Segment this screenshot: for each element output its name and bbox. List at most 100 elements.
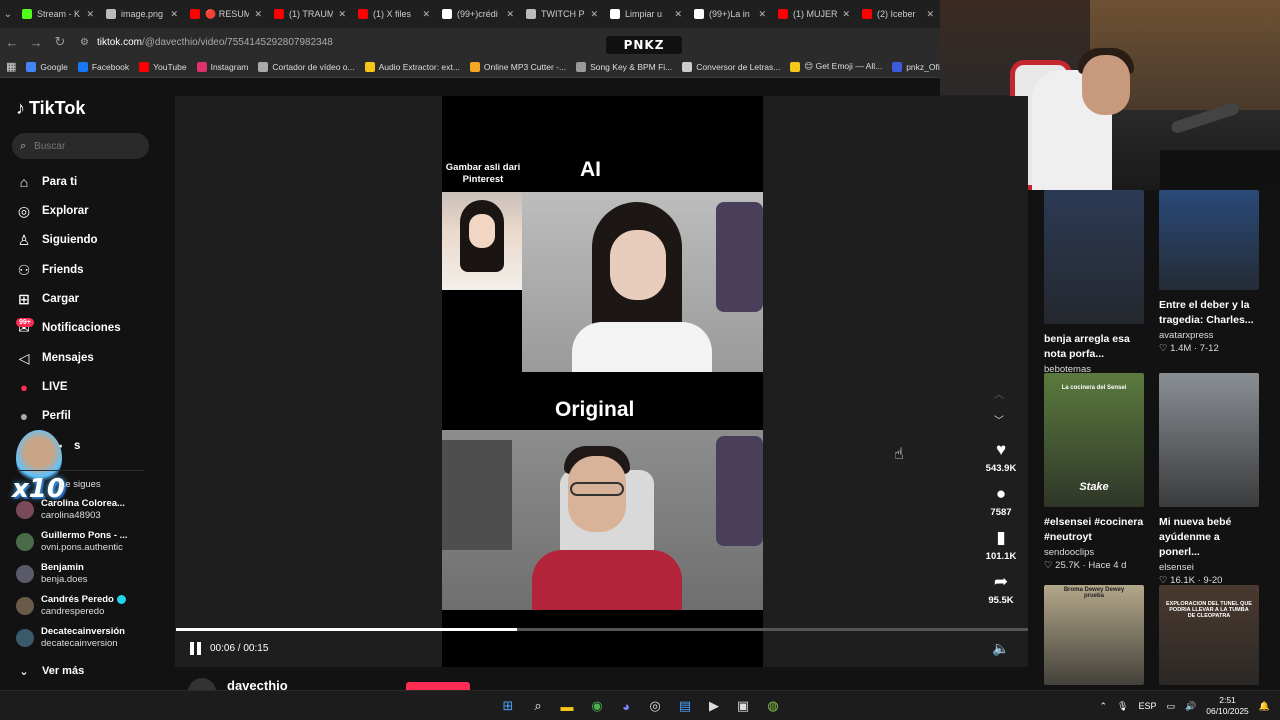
- bookmark-item[interactable]: Conversor de Letras...: [682, 61, 780, 72]
- tab-close-icon[interactable]: ✕: [506, 9, 514, 20]
- bookmark-item[interactable]: Audio Extractor: ext...: [364, 61, 460, 72]
- heart-action[interactable]: ♥ 543.9K: [982, 440, 1020, 474]
- search-box[interactable]: ⌕: [12, 133, 149, 159]
- start-icon[interactable]: ⊞: [499, 697, 517, 715]
- recommended-video[interactable]: benja arregla esa nota porfa... bebotemas…: [1044, 190, 1144, 388]
- sidebar-item-live[interactable]: ● LIVE: [16, 379, 68, 395]
- bookmark-item[interactable]: Google: [26, 61, 68, 72]
- recommended-title: #elsensei #cocinera #neutroyt: [1044, 516, 1144, 543]
- recommended-video[interactable]: La cocinera del Sensei Stake #elsensei #co…: [1044, 373, 1144, 571]
- sidebar-item-perfil[interactable]: ● Perfil: [16, 408, 71, 424]
- browser-tab[interactable]: Stream - K ✕: [16, 0, 100, 28]
- pinterest-photo: [442, 192, 522, 290]
- browser-tab[interactable]: image.png ✕: [100, 0, 184, 28]
- tab-close-icon[interactable]: ✕: [590, 9, 598, 20]
- sidebar-item-cargar[interactable]: ⊞ Cargar: [16, 291, 79, 307]
- see-more-button[interactable]: ⌄ Ver más: [16, 663, 84, 679]
- video-thumbnail: La cocinera del Sensei Stake: [1044, 373, 1144, 507]
- browser-tab[interactable]: (99+)La in ✕: [688, 0, 772, 28]
- previous-video-chevron-icon[interactable]: ︿: [994, 386, 1004, 401]
- following-account[interactable]: Benjamin benja.does: [16, 562, 87, 586]
- author-avatar[interactable]: [188, 678, 216, 690]
- search-input[interactable]: [34, 140, 135, 152]
- tiktok-logo[interactable]: ♪ TikTok: [16, 98, 85, 119]
- avatar: [16, 629, 34, 647]
- app-icon[interactable]: ▣: [734, 697, 752, 715]
- volume-tray-icon[interactable]: 🔊: [1185, 701, 1196, 712]
- tab-close-icon[interactable]: ✕: [842, 9, 850, 20]
- tab-close-icon[interactable]: ✕: [758, 9, 766, 20]
- following-account[interactable]: Decatecainversión decatecainversion: [16, 626, 125, 650]
- discord-icon[interactable]: ◕: [617, 697, 635, 715]
- recommended-video[interactable]: Mi nueva bebé ayúdenme a ponerl... elsens…: [1159, 373, 1259, 586]
- tab-favicon-icon: [442, 9, 452, 19]
- browser-tab[interactable]: Limpiar u ✕: [604, 0, 688, 28]
- tiktok-note-icon: ♪: [16, 98, 25, 118]
- bookmark-item[interactable]: YouTube: [139, 61, 187, 72]
- video-progress-bar[interactable]: [176, 628, 1028, 631]
- next-video-chevron-icon[interactable]: ﹀: [994, 412, 1004, 427]
- clock[interactable]: 2:51 06/10/2025: [1206, 695, 1249, 717]
- caption-original: Original: [555, 398, 635, 421]
- browser-tab[interactable]: (1) MUJER ✕: [772, 0, 856, 28]
- spotify-icon[interactable]: ◍: [764, 697, 782, 715]
- file-explorer-icon[interactable]: ▬: [558, 697, 576, 715]
- bookmark-item[interactable]: Song Key & BPM Fi...: [576, 61, 672, 72]
- microphone-icon[interactable]: 🎙: [1117, 701, 1128, 712]
- reload-icon[interactable]: ↻: [48, 34, 72, 50]
- tab-close-icon[interactable]: ✕: [338, 9, 346, 20]
- sidebar-item-mensajes[interactable]: ◁ Mensajes: [16, 350, 94, 366]
- sidebar-item-explorar[interactable]: ◎ Explorar: [16, 203, 89, 219]
- author-name[interactable]: davecthio: [227, 678, 288, 690]
- tab-close-icon[interactable]: ✕: [422, 9, 430, 20]
- recommended-video[interactable]: Entre el deber y la tragedia: Charles...…: [1159, 190, 1259, 354]
- site-info-icon[interactable]: ⚙: [80, 37, 89, 48]
- tab-close-icon[interactable]: ✕: [674, 9, 682, 20]
- recommended-video[interactable]: Broma Dewey Dewey prueba: [1044, 585, 1144, 685]
- apps-grid-icon[interactable]: ▦: [6, 60, 16, 73]
- tab-title: (1) X files: [373, 9, 412, 19]
- bookmark-item[interactable]: Online MP3 Cutter -...: [469, 61, 566, 72]
- browser-tab[interactable]: (1) TRAUM ✕: [268, 0, 352, 28]
- tab-close-icon[interactable]: ✕: [86, 9, 94, 20]
- tab-search-chevron-icon[interactable]: ⌄: [0, 0, 16, 28]
- pause-button[interactable]: [190, 642, 204, 656]
- browser-tab[interactable]: (1) X files ✕: [352, 0, 436, 28]
- back-icon[interactable]: ←: [0, 35, 24, 50]
- bookmark-item[interactable]: Cortador de vídeo o...: [258, 61, 355, 72]
- recommended-video[interactable]: EXPLORACION DEL TUNEL QUE PODRIA LLEVAR …: [1159, 585, 1259, 685]
- following-account[interactable]: Candrés Peredo candresperedo: [16, 594, 126, 618]
- chrome-icon[interactable]: ◉: [588, 697, 606, 715]
- search-taskbar-icon[interactable]: ⌕: [529, 697, 547, 715]
- notification-bell-icon[interactable]: 🔔: [1259, 701, 1270, 712]
- forward-icon[interactable]: →: [24, 35, 48, 50]
- bookmark-item[interactable]: Instagram: [196, 61, 248, 72]
- sidebar-item-para-ti[interactable]: ⌂ Para ti: [16, 174, 77, 190]
- language-indicator[interactable]: ESP: [1138, 701, 1156, 711]
- tab-close-icon[interactable]: ✕: [926, 9, 934, 20]
- media-player-icon[interactable]: ▶: [705, 697, 723, 715]
- url-field[interactable]: ⚙ tiktok.com/@davecthio/video/7554145292…: [80, 37, 333, 48]
- sidebar-item-friends[interactable]: ⚇ Friends: [16, 262, 84, 278]
- following-account[interactable]: Guillermo Pons - ... ovni.pons.authentic: [16, 530, 128, 554]
- tab-close-icon[interactable]: ✕: [254, 9, 262, 20]
- notepad-icon[interactable]: ▤: [676, 697, 694, 715]
- bookmark-action[interactable]: ▮ 101.1K: [982, 528, 1020, 562]
- tray-chevron-icon[interactable]: ⌃: [1100, 701, 1108, 712]
- browser-tab[interactable]: (99+)crédi ✕: [436, 0, 520, 28]
- obs-icon[interactable]: ◎: [646, 697, 664, 715]
- volume-icon[interactable]: 🔈: [992, 640, 1009, 657]
- bookmark-item[interactable]: 😊 Get Emoji — All...: [790, 61, 882, 72]
- browser-tab[interactable]: TWITCH P ✕: [520, 0, 604, 28]
- bookmark-item[interactable]: Facebook: [77, 61, 129, 72]
- follow-button[interactable]: [406, 682, 470, 690]
- network-icon[interactable]: ▭: [1167, 701, 1176, 712]
- browser-tab[interactable]: 🔴 RESUM ✕: [184, 0, 268, 28]
- sidebar-item-siguiendo[interactable]: ♙ Siguiendo: [16, 232, 98, 248]
- comment-action[interactable]: ● 7587: [982, 484, 1020, 518]
- tab-favicon-icon: [190, 9, 200, 19]
- tab-close-icon[interactable]: ✕: [170, 9, 178, 20]
- share-action[interactable]: ➦ 95.5K: [982, 572, 1020, 606]
- following-account[interactable]: Carolina Colorea... carolina48903: [16, 498, 125, 522]
- browser-tab[interactable]: (2) Iceber ✕: [856, 0, 940, 28]
